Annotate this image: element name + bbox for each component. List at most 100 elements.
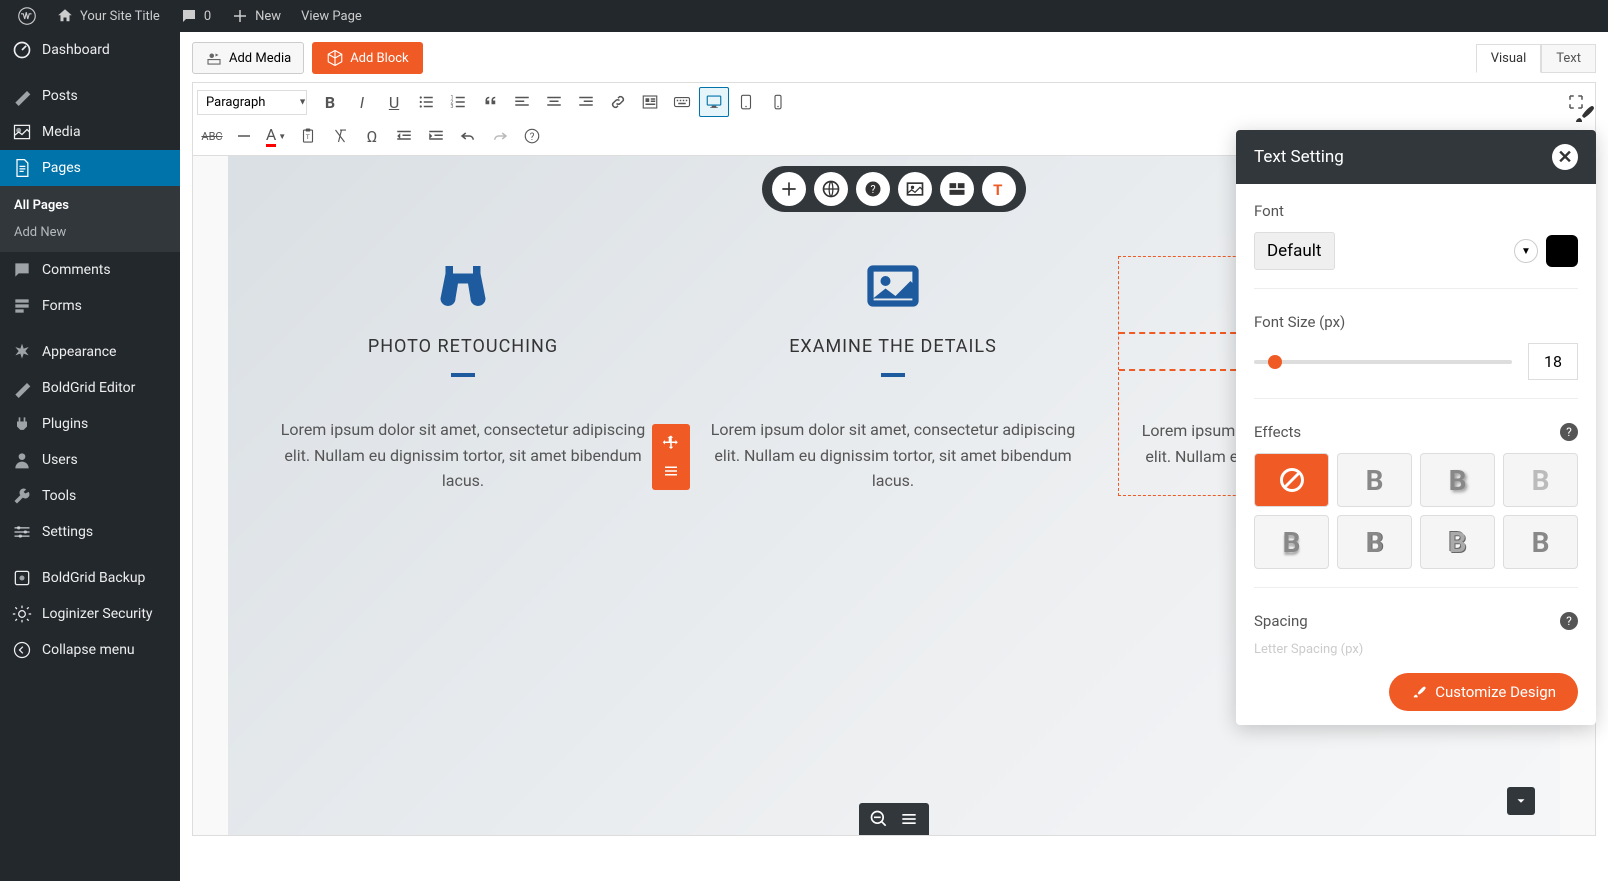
- sidebar-sub-add-new[interactable]: Add New: [0, 219, 180, 246]
- special-char-button[interactable]: Ω: [357, 121, 387, 151]
- menu-icon[interactable]: [899, 809, 919, 829]
- sidebar-item-media[interactable]: Media: [0, 114, 180, 150]
- align-left-button[interactable]: [507, 87, 537, 117]
- sidebar-item-tools[interactable]: Tools: [0, 478, 180, 514]
- bullet-list-button[interactable]: [411, 87, 441, 117]
- effects-label: Effects: [1254, 423, 1301, 441]
- help-button[interactable]: ?: [517, 121, 547, 151]
- effects-section: Effects ? B B B B B B B: [1254, 423, 1578, 588]
- letter-spacing-label: Letter Spacing (px): [1254, 642, 1578, 657]
- tablet-view-button[interactable]: [731, 87, 761, 117]
- row-drag-handle[interactable]: [652, 424, 690, 490]
- site-title: Your Site Title: [80, 9, 160, 24]
- comments-link[interactable]: 0: [170, 7, 221, 25]
- text-color-button[interactable]: A▼: [261, 121, 291, 151]
- add-block-button[interactable]: Add Block: [312, 42, 422, 74]
- underline-button[interactable]: U: [379, 87, 409, 117]
- effect-5-button[interactable]: B: [1337, 515, 1412, 569]
- effect-1-button[interactable]: B: [1337, 453, 1412, 507]
- sidebar-item-users[interactable]: Users: [0, 442, 180, 478]
- close-button[interactable]: ✕: [1552, 144, 1578, 170]
- panel-title: Text Setting: [1254, 147, 1344, 167]
- mobile-view-button[interactable]: [763, 87, 793, 117]
- svg-text:T: T: [306, 133, 310, 141]
- sidebar-sub-all-pages[interactable]: All Pages: [0, 192, 180, 219]
- align-right-button[interactable]: [571, 87, 601, 117]
- effect-none-button[interactable]: [1254, 453, 1329, 507]
- sidebar-item-loginizer[interactable]: Loginizer Security: [0, 596, 180, 632]
- strikethrough-button[interactable]: ABC: [197, 121, 227, 151]
- floating-block-toolbar: ? T: [762, 166, 1026, 212]
- font-size-input[interactable]: [1528, 343, 1578, 380]
- align-center-button[interactable]: [539, 87, 569, 117]
- slider-thumb[interactable]: [1268, 355, 1282, 369]
- hr-button[interactable]: [229, 121, 259, 151]
- sidebar-item-boldgrid-backup[interactable]: BoldGrid Backup: [0, 560, 180, 596]
- float-globe-button[interactable]: [814, 172, 848, 206]
- link-button[interactable]: [603, 87, 633, 117]
- column-1[interactable]: PHOTO RETOUCHING Lorem ipsum dolor sit a…: [258, 256, 668, 496]
- spacing-help-icon[interactable]: ?: [1560, 612, 1578, 630]
- customize-design-button[interactable]: Customize Design: [1389, 673, 1578, 711]
- binoculars-icon: [433, 256, 493, 316]
- column-2-title: EXAMINE THE DETAILS: [688, 336, 1098, 357]
- outdent-button[interactable]: [389, 121, 419, 151]
- sidebar-item-settings[interactable]: Settings: [0, 514, 180, 550]
- new-link[interactable]: New: [221, 7, 291, 25]
- undo-button[interactable]: [453, 121, 483, 151]
- editor-tabs: Visual Text: [1476, 44, 1596, 73]
- effect-7-button[interactable]: B: [1503, 515, 1578, 569]
- sidebar-item-plugins[interactable]: Plugins: [0, 406, 180, 442]
- effect-6-button[interactable]: B: [1420, 515, 1495, 569]
- move-icon[interactable]: [658, 430, 684, 456]
- sidebar-item-posts[interactable]: Posts: [0, 78, 180, 114]
- font-label: Font: [1254, 202, 1578, 220]
- divider: [451, 373, 475, 377]
- column-2[interactable]: EXAMINE THE DETAILS Lorem ipsum dolor si…: [688, 256, 1098, 496]
- sidebar-item-pages[interactable]: Pages: [0, 150, 180, 186]
- float-text-button[interactable]: T: [982, 172, 1016, 206]
- font-select[interactable]: Default: [1254, 232, 1335, 270]
- add-media-button[interactable]: Add Media: [192, 42, 304, 74]
- effects-help-icon[interactable]: ?: [1560, 423, 1578, 441]
- desktop-view-button[interactable]: [699, 87, 729, 117]
- wp-logo[interactable]: [8, 7, 46, 25]
- float-help-button[interactable]: ?: [856, 172, 890, 206]
- sidebar-item-boldgrid-editor[interactable]: BoldGrid Editor: [0, 370, 180, 406]
- float-add-button[interactable]: [772, 172, 806, 206]
- bold-button[interactable]: B: [315, 87, 345, 117]
- float-layout-button[interactable]: [940, 172, 974, 206]
- sidebar-item-forms[interactable]: Forms: [0, 288, 180, 324]
- clear-format-button[interactable]: [325, 121, 355, 151]
- format-select[interactable]: Paragraph: [197, 90, 307, 115]
- zoom-out-icon[interactable]: [869, 809, 889, 829]
- sidebar-item-comments[interactable]: Comments: [0, 252, 180, 288]
- divider: [881, 373, 905, 377]
- italic-button[interactable]: I: [347, 87, 377, 117]
- view-page-link[interactable]: View Page: [291, 9, 372, 24]
- insert-image-button[interactable]: [635, 87, 665, 117]
- menu-icon[interactable]: [658, 458, 684, 484]
- effect-4-button[interactable]: B: [1254, 515, 1329, 569]
- tab-text[interactable]: Text: [1541, 44, 1596, 73]
- redo-button[interactable]: [485, 121, 515, 151]
- indent-button[interactable]: [421, 121, 451, 151]
- blockquote-button[interactable]: [475, 87, 505, 117]
- sidebar-item-collapse[interactable]: Collapse menu: [0, 632, 180, 668]
- keyboard-button[interactable]: [667, 87, 697, 117]
- font-dropdown-toggle[interactable]: ▼: [1514, 239, 1538, 263]
- bottom-nav-down[interactable]: [1507, 787, 1535, 815]
- effect-2-button[interactable]: B: [1420, 453, 1495, 507]
- sidebar-item-appearance[interactable]: Appearance: [0, 334, 180, 370]
- float-image-button[interactable]: [898, 172, 932, 206]
- site-home-link[interactable]: Your Site Title: [46, 7, 170, 25]
- text-setting-panel: Text Setting ✕ Font Default ▼ Font Size …: [1236, 130, 1596, 725]
- font-size-slider[interactable]: [1254, 360, 1512, 364]
- numbered-list-button[interactable]: 123: [443, 87, 473, 117]
- tab-visual[interactable]: Visual: [1476, 44, 1542, 73]
- admin-sidebar: Dashboard Posts Media Pages All Pages Ad…: [0, 32, 180, 881]
- sidebar-item-dashboard[interactable]: Dashboard: [0, 32, 180, 68]
- paste-text-button[interactable]: T: [293, 121, 323, 151]
- font-color-swatch[interactable]: [1546, 235, 1578, 267]
- effect-3-button[interactable]: B: [1503, 453, 1578, 507]
